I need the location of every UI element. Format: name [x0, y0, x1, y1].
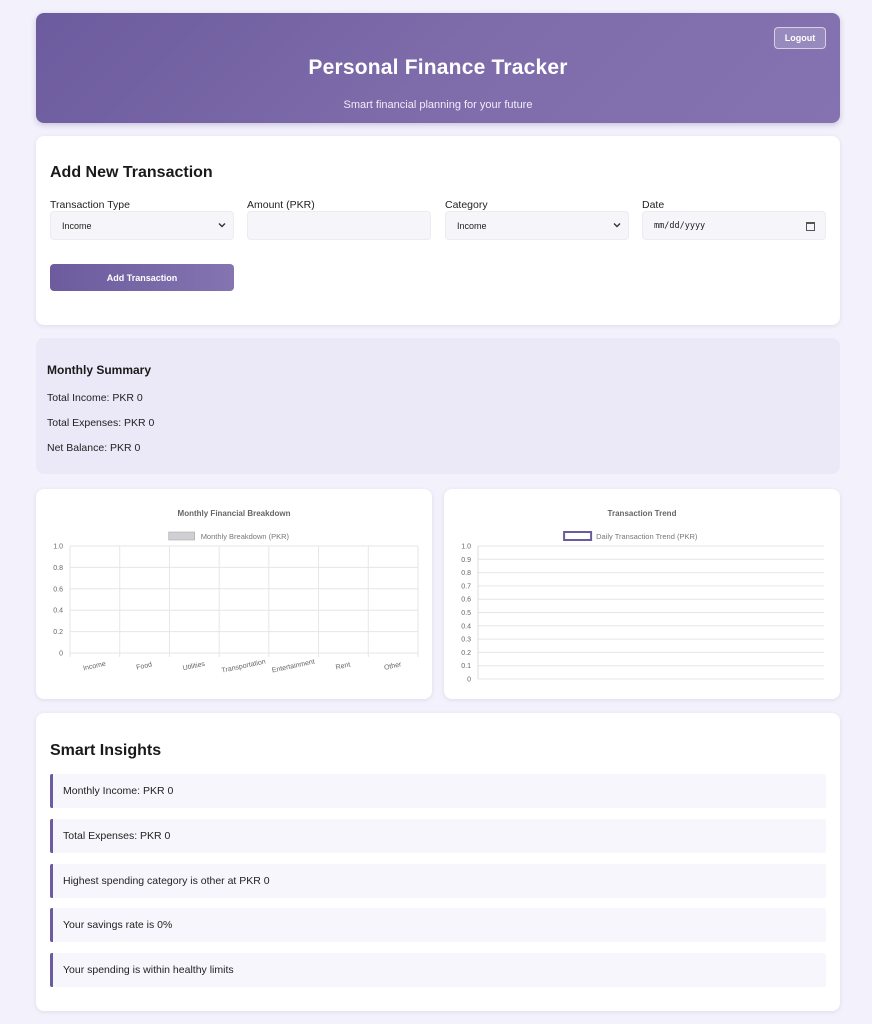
monthly-summary: Monthly Summary Total Income: PKR 0 Tota…: [36, 338, 840, 474]
transaction-trend-chart: Transaction Trend Daily Transaction Trend…: [461, 509, 824, 684]
y-tick-label: 1.0: [53, 544, 63, 551]
amount-input[interactable]: [247, 211, 431, 240]
x-tick-label: Rent: [335, 662, 351, 672]
chart-title: Transaction Trend: [608, 509, 677, 518]
y-tick-label: 0.5: [461, 610, 471, 617]
x-tick-label: Entertainment: [271, 659, 315, 675]
summary-total-expenses: Total Expenses: PKR 0: [47, 417, 155, 429]
page-subtitle: Smart financial planning for your future: [343, 99, 533, 111]
app-header: Personal Finance Tracker Smart financial…: [36, 13, 840, 123]
y-tick-label: 0.6: [461, 597, 471, 604]
y-tick-label: 0.2: [53, 629, 63, 636]
smart-insights-card: Smart Insights Monthly Income: PKR 0 Tot…: [36, 713, 840, 1011]
y-tick-label: 0.4: [461, 623, 471, 630]
y-tick-label: 0: [467, 677, 471, 684]
legend-label: Daily Transaction Trend (PKR): [596, 532, 698, 541]
y-tick-label: 1.0: [461, 544, 471, 551]
x-tick-label: Income: [83, 661, 107, 673]
legend-swatch: [563, 531, 593, 541]
amount-label: Amount (PKR): [247, 199, 315, 211]
y-tick-label: 0.9: [461, 557, 471, 564]
summary-heading: Monthly Summary: [47, 363, 152, 377]
x-tick-label: Food: [136, 661, 153, 671]
summary-net-balance: Net Balance: PKR 0: [47, 442, 141, 454]
page-title: Personal Finance Tracker: [308, 56, 568, 79]
y-tick-label: 0.6: [53, 586, 63, 593]
insights-heading: Smart Insights: [50, 742, 162, 759]
insight-item: Total Expenses: PKR 0: [50, 819, 826, 853]
y-tick-label: 0.2: [461, 650, 471, 657]
add-transaction-card: Add New Transaction Transaction Type Inc…: [36, 136, 840, 325]
y-tick-label: 0.4: [53, 608, 63, 615]
y-tick-label: 0.8: [461, 570, 471, 577]
insight-item: Monthly Income: PKR 0: [50, 774, 826, 808]
y-tick-label: 0.8: [53, 565, 63, 572]
monthly-breakdown-chart: Monthly Financial Breakdown Monthly Break…: [53, 509, 419, 675]
chart-title: Monthly Financial Breakdown: [178, 509, 291, 518]
insight-item: Highest spending category is other at PK…: [50, 864, 826, 898]
x-tick-label: Transportation: [221, 658, 266, 674]
y-tick-label: 0.3: [461, 637, 471, 644]
transaction-type-label: Transaction Type: [50, 199, 130, 211]
calendar-icon[interactable]: [806, 222, 815, 231]
y-tick-label: 0.1: [461, 663, 471, 670]
y-tick-label: 0: [59, 651, 63, 658]
monthly-breakdown-card: Monthly Financial Breakdown Monthly Break…: [36, 489, 432, 699]
transaction-trend-card: Transaction Trend Daily Transaction Trend…: [444, 489, 840, 699]
category-value: Income: [457, 220, 487, 231]
add-transaction-button[interactable]: Add Transaction: [50, 264, 234, 291]
date-label: Date: [642, 199, 665, 211]
x-tick-label: Utilities: [182, 661, 206, 673]
y-tick-label: 0.7: [461, 583, 471, 590]
insight-item: Your spending is within healthy limits: [50, 953, 826, 987]
add-transaction-heading: Add New Transaction: [50, 164, 213, 181]
insight-item: Your savings rate is 0%: [50, 908, 826, 942]
x-tick-label: Other: [384, 661, 403, 672]
category-select[interactable]: Income: [445, 211, 629, 240]
chevron-down-icon: [613, 223, 621, 228]
date-input[interactable]: mm/dd/yyyy: [642, 211, 826, 240]
transaction-type-value: Income: [62, 220, 92, 231]
date-placeholder: mm/dd/yyyy: [654, 220, 706, 231]
transaction-type-select[interactable]: Income: [50, 211, 234, 240]
legend-label: Monthly Breakdown (PKR): [201, 532, 290, 541]
logout-button[interactable]: Logout: [774, 27, 826, 49]
summary-total-income: Total Income: PKR 0: [47, 392, 143, 404]
category-label: Category: [445, 199, 488, 211]
legend-swatch: [168, 531, 195, 541]
chevron-down-icon: [218, 223, 226, 228]
